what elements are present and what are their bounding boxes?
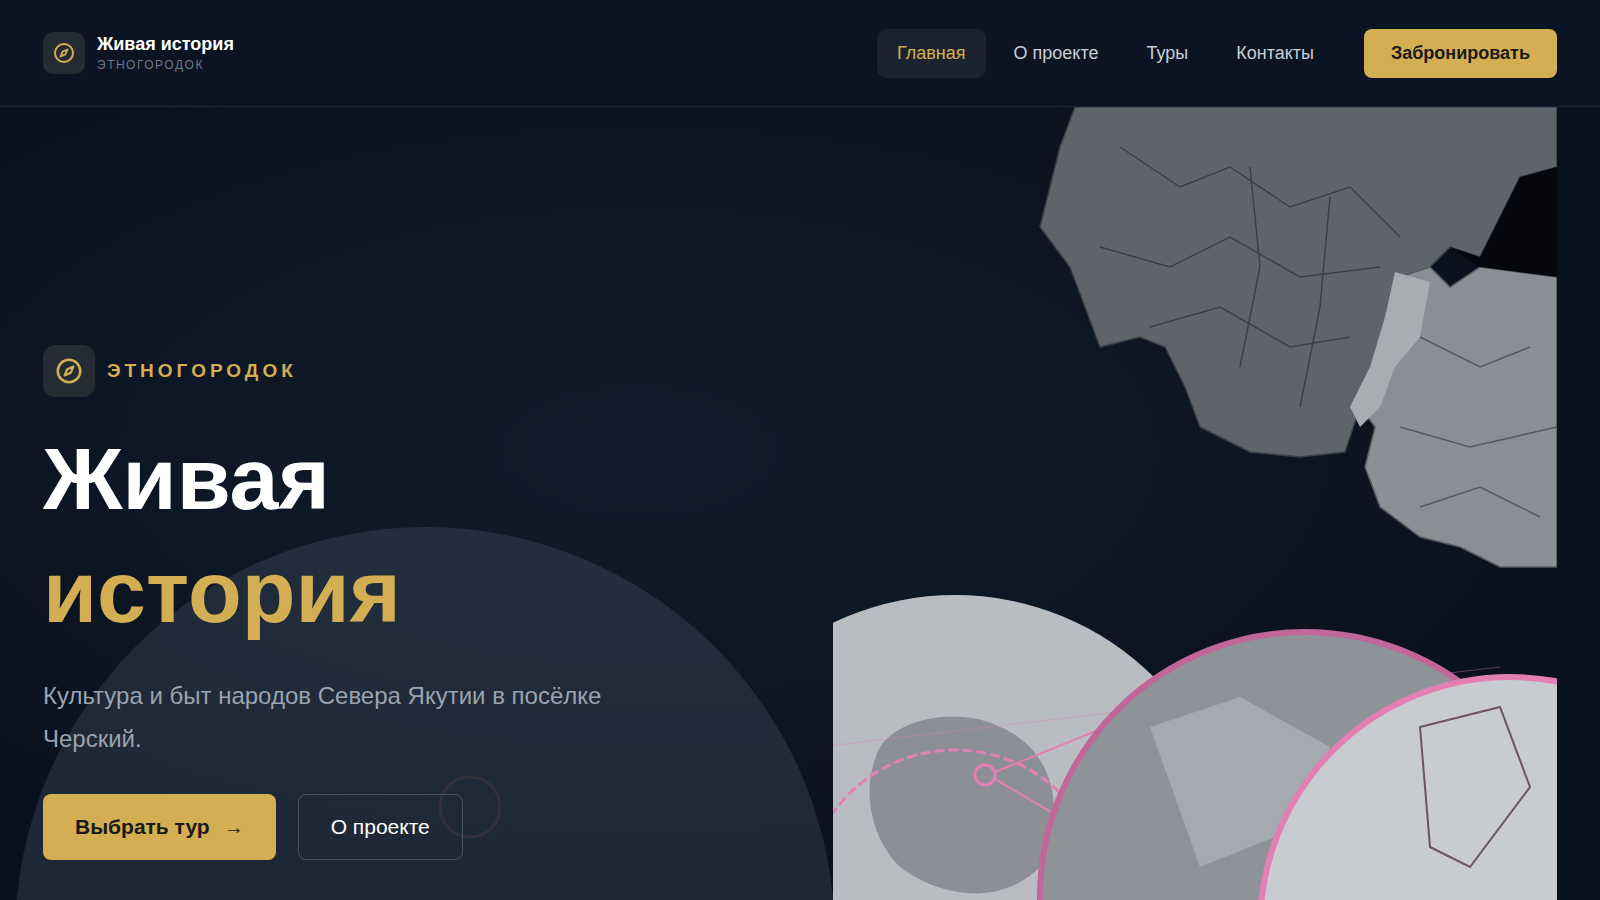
region-map (1040, 107, 1557, 567)
map-circles (833, 595, 1557, 900)
main-nav: ГлавнаяО проектеТурыКонтакты Забронироват… (877, 29, 1557, 78)
compass-icon (52, 41, 76, 65)
brand-subtitle: ЭТНОГОРОДОК (97, 58, 234, 72)
choose-tour-button[interactable]: Выбрать тур → (43, 794, 276, 860)
hero-title: Живаяистория (43, 423, 1557, 648)
title-line: Живая (43, 423, 1557, 536)
nav-item[interactable]: О проекте (994, 29, 1119, 78)
hero-actions: Выбрать тур → О проекте (43, 794, 1557, 860)
badge-logo (43, 345, 95, 397)
about-button[interactable]: О проекте (298, 794, 463, 860)
book-button[interactable]: Забронировать (1364, 29, 1557, 78)
button-label: Выбрать тур (75, 815, 210, 839)
hero-badge: ЭТНОГОРОДОК (43, 345, 1557, 397)
brand-text: Живая история ЭТНОГОРОДОК (97, 34, 234, 72)
arrow-icon: → (224, 816, 244, 839)
page: Живая историяЭТНОГОРОДОКГлавнаяО проекте… (0, 0, 1600, 900)
brand-title: Живая история (97, 34, 234, 55)
nav-item[interactable]: Туры (1126, 29, 1208, 78)
hero-subtitle: Культура и быт народов Севера Якутии в п… (43, 674, 693, 760)
compass-icon (54, 356, 84, 386)
site-header: Живая история ЭТНОГОРОДОК ГлавнаяО проекте… (0, 0, 1600, 107)
hero: ЭТНОГОРОДОК Живаяистория Культура и быт на… (0, 107, 1600, 900)
hero-content: ЭТНОГОРОДОК Живаяистория Культура и быт на… (0, 107, 1600, 860)
button-label: О проекте (331, 815, 430, 839)
brand[interactable]: Живая история ЭТНОГОРОДОК (43, 32, 234, 74)
nav-item[interactable]: Главная (877, 29, 986, 78)
logo (43, 32, 85, 74)
nav-item[interactable]: Контакты (1216, 29, 1334, 78)
badge-label: ЭТНОГОРОДОК (107, 360, 297, 382)
title-line: история (43, 536, 1557, 649)
